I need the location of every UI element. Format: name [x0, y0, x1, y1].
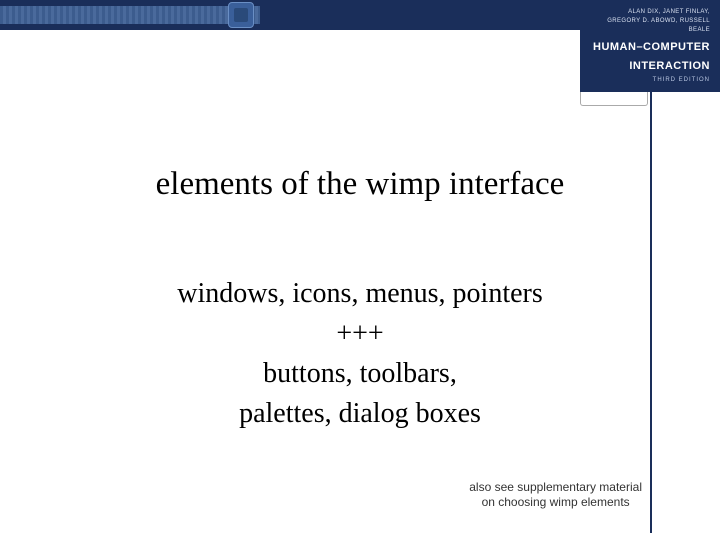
book-authors-line1: ALAN DIX, JANET FINLAY,: [590, 8, 710, 17]
footnote: also see supplementary material on choos…: [469, 480, 642, 510]
footnote-line-2: on choosing wimp elements: [469, 495, 642, 510]
slide-title: elements of the wimp interface: [0, 166, 720, 203]
slide-body: windows, icons, menus, pointers +++ butt…: [0, 274, 720, 434]
header-icon: [228, 2, 254, 28]
body-line-4: palettes, dialog boxes: [0, 394, 720, 434]
slide: ALAN DIX, JANET FINLAY, GREGORY D. ABOWD…: [0, 0, 720, 540]
book-cover: ALAN DIX, JANET FINLAY, GREGORY D. ABOWD…: [580, 0, 720, 92]
book-title-line1: HUMAN–COMPUTER: [590, 41, 710, 54]
book-edition: THIRD EDITION: [590, 77, 710, 83]
book-title-line2: INTERACTION: [590, 60, 710, 73]
book-tab: [580, 92, 648, 106]
body-line-2: +++: [0, 314, 720, 354]
book-authors-line2: GREGORY D. ABOWD, RUSSELL BEALE: [590, 17, 710, 35]
body-line-3: buttons, toolbars,: [0, 354, 720, 394]
footnote-line-1: also see supplementary material: [469, 480, 642, 495]
header-bar: [0, 0, 650, 30]
binary-decoration: [0, 6, 260, 24]
body-line-1: windows, icons, menus, pointers: [0, 274, 720, 314]
